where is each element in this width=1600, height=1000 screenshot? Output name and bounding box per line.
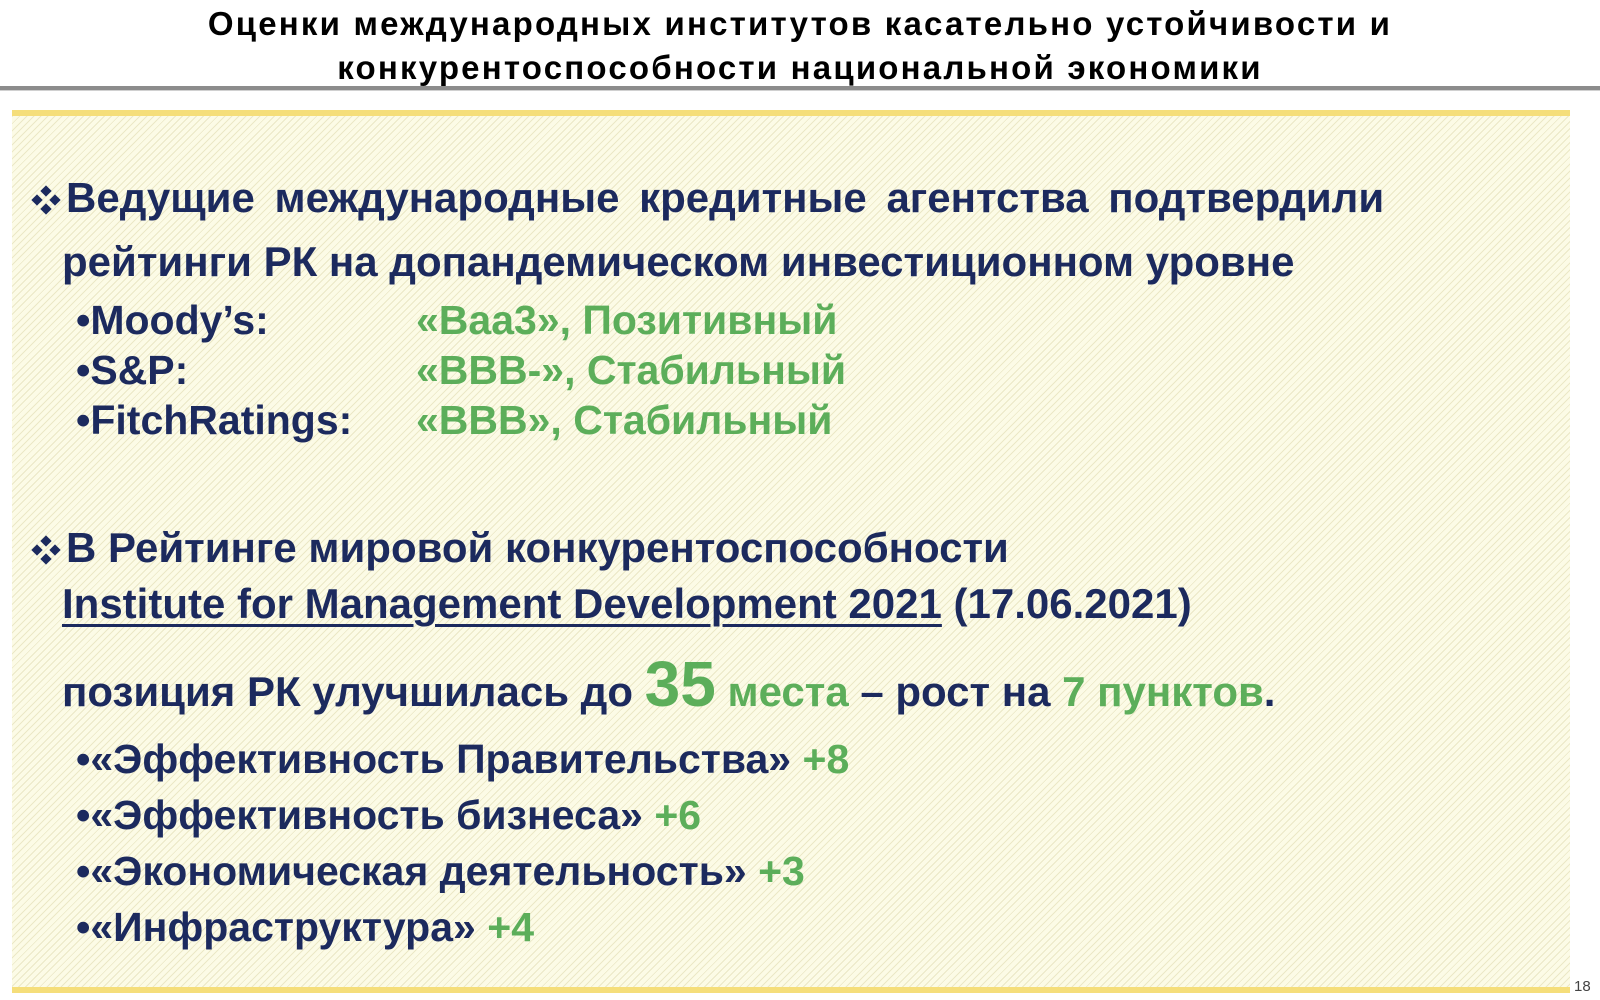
- rating-row-fitch: •FitchRatings: «BBB», Стабильный: [76, 395, 832, 445]
- factor-delta: +3: [758, 848, 805, 894]
- rating-agency: •Moody’s:: [76, 297, 269, 343]
- factor-delta: +4: [487, 904, 534, 950]
- section2-imd-line: Institute for Management Development 202…: [62, 578, 1192, 630]
- section2-heading: В Рейтинге мировой конкурентоспособности: [31, 522, 1009, 574]
- slide-header: Оценки международных институтов касатель…: [0, 0, 1600, 86]
- slide-title: Оценки международных институтов касатель…: [40, 2, 1560, 90]
- position-unit: места: [715, 668, 849, 715]
- rating-value: «BBB-», Стабильный: [416, 347, 847, 393]
- position-mid: – рост на: [848, 668, 1063, 715]
- section1-heading: Ведущие международные кредитные агентств…: [31, 172, 1385, 224]
- factor-row: •«Эффективность Правительства» +8: [76, 731, 849, 787]
- section1-heading-line-2: рейтинги РК на допандемическом инвестици…: [62, 238, 1295, 285]
- page-number: 18: [1574, 978, 1591, 995]
- position-line: позиция РК улучшилась до 35 места – рост…: [62, 648, 1275, 728]
- factor-name: •«Эффективность Правительства»: [76, 736, 792, 782]
- rating-agency: •S&P:: [76, 347, 189, 393]
- position-value: 35: [644, 648, 716, 720]
- rating-agency: •FitchRatings:: [76, 397, 353, 443]
- diamond-bullet-icon: [31, 185, 61, 215]
- rating-row-sp: •S&P: «BBB-», Стабильный: [76, 345, 846, 395]
- diamond-bullet-icon: [31, 535, 61, 565]
- imd-link[interactable]: Institute for Management Development 202…: [62, 580, 942, 627]
- factor-name: •«Экономическая деятельность»: [76, 848, 747, 894]
- factor-name: •«Инфраструктура»: [76, 904, 476, 950]
- imd-date: (17.06.2021): [941, 580, 1192, 627]
- slide-title-line-2: конкурентоспособности национальной эконо…: [337, 49, 1263, 86]
- position-end: .: [1263, 668, 1276, 715]
- factor-row: •«Эффективность бизнеса» +6: [76, 787, 701, 843]
- header-divider-shadow: [0, 90, 1600, 91]
- rating-row-moodys: •Moody’s: «Baa3», Позитивный: [76, 295, 837, 345]
- factor-row: •«Инфраструктура» +4: [76, 899, 534, 955]
- factor-delta: +8: [802, 736, 850, 782]
- growth-value: 7 пунктов: [1062, 668, 1264, 715]
- rating-value: «BBB», Стабильный: [416, 397, 833, 443]
- section2-heading-line-1: В Рейтинге мировой конкурентоспособности: [66, 524, 1009, 571]
- rating-value: «Baa3», Позитивный: [416, 297, 838, 343]
- factor-row: •«Экономическая деятельность» +3: [76, 843, 805, 899]
- slide-title-line-1: Оценки международных институтов касатель…: [207, 5, 1393, 42]
- section1-heading-line-1: Ведущие международные кредитные агентств…: [66, 174, 1385, 221]
- factor-delta: +6: [654, 792, 702, 838]
- position-prefix: позиция РК улучшилась до: [62, 668, 645, 715]
- factor-name: •«Эффективность бизнеса»: [76, 792, 643, 838]
